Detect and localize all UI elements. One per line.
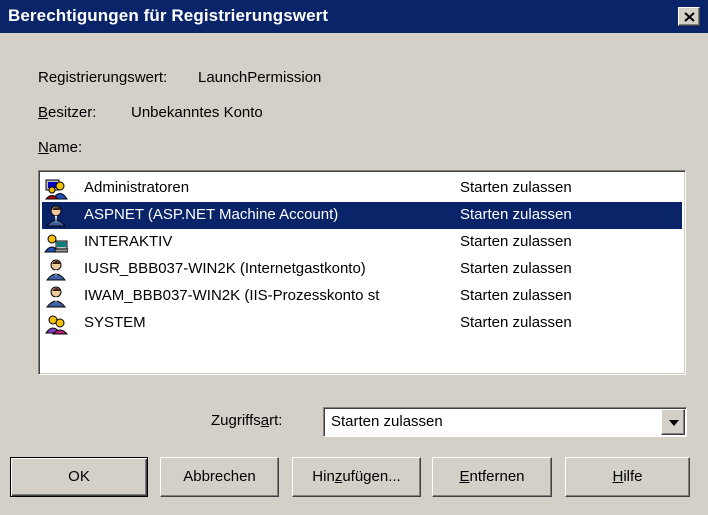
help-button-post: ilfe: [623, 468, 643, 485]
remove-button-post: ntfernen: [469, 468, 525, 485]
registry-value-text: LaunchPermission: [198, 69, 322, 86]
access-type-label-pre: Zugriffs: [211, 412, 261, 429]
close-icon: [684, 12, 695, 22]
user-icon: [44, 285, 68, 308]
user-icon: [44, 258, 68, 281]
list-row-permission: Starten zulassen: [460, 206, 572, 223]
owner-label-accel: B: [38, 104, 49, 121]
owner-label: Besitzer:: [38, 104, 96, 121]
access-type-label: Zugriffsart:: [211, 412, 282, 429]
add-button-pre: Hin: [312, 468, 335, 485]
interactive-group-icon: [44, 231, 69, 254]
access-type-label-post: rt:: [269, 412, 283, 429]
add-button[interactable]: Hinzufügen...: [292, 457, 421, 497]
list-row-name: SYSTEM: [84, 314, 146, 331]
permissions-dialog: Berechtigungen für Registrierungswert Re…: [0, 0, 708, 515]
remove-button[interactable]: Entfernen: [432, 457, 552, 497]
system-group-icon: [44, 312, 69, 335]
list-row-aspnet[interactable]: ASPNET (ASP.NET Machine Account) Starten…: [42, 202, 682, 229]
dialog-title: Berechtigungen für Registrierungswert: [8, 6, 329, 25]
list-row-permission: Starten zulassen: [460, 314, 572, 331]
help-button-accel: H: [612, 468, 624, 485]
list-row-name: IWAM_BBB037-WIN2K (IIS-Prozesskonto st: [84, 287, 380, 304]
registry-value-label: Registrierungswert:: [38, 69, 168, 86]
add-button-post: ufügen...: [342, 468, 401, 485]
list-row-iwam[interactable]: IWAM_BBB037-WIN2K (IIS-Prozesskonto st S…: [42, 283, 682, 310]
close-button[interactable]: [678, 7, 700, 26]
group-icon: [44, 177, 68, 200]
list-row-name: Administratoren: [84, 179, 190, 196]
name-label-rest: ame:: [48, 139, 83, 156]
name-label: Name:: [38, 139, 82, 156]
list-row-permission: Starten zulassen: [460, 233, 572, 250]
chevron-down-icon: [669, 420, 679, 426]
help-button[interactable]: Hilfe: [565, 457, 690, 497]
owner-text: Unbekanntes Konto: [131, 104, 263, 121]
list-row-name: ASPNET (ASP.NET Machine Account): [84, 206, 339, 223]
list-row-permission: Starten zulassen: [460, 179, 572, 196]
ok-button[interactable]: OK: [10, 457, 148, 497]
title-bar[interactable]: Berechtigungen für Registrierungswert: [0, 0, 708, 33]
access-type-dropdown[interactable]: Starten zulassen: [323, 407, 687, 437]
list-row-name: IUSR_BBB037-WIN2K (Internetgastkonto): [84, 260, 366, 277]
list-row-system[interactable]: SYSTEM Starten zulassen: [42, 310, 682, 337]
principals-list[interactable]: Administratoren Starten zulassen ASPNET …: [38, 170, 686, 375]
remove-button-accel: E: [459, 468, 470, 485]
owner-label-rest: esitzer:: [48, 104, 97, 121]
list-row-administratoren[interactable]: Administratoren Starten zulassen: [42, 175, 682, 202]
list-row-permission: Starten zulassen: [460, 287, 572, 304]
list-row-interaktiv[interactable]: INTERAKTIV Starten zulassen: [42, 229, 682, 256]
dropdown-arrow-button[interactable]: [661, 409, 685, 435]
list-row-iusr[interactable]: IUSR_BBB037-WIN2K (Internetgastkonto) St…: [42, 256, 682, 283]
access-type-value: Starten zulassen: [331, 413, 443, 430]
name-label-accel: N: [38, 139, 49, 156]
access-type-label-accel: a: [260, 412, 270, 429]
cancel-button[interactable]: Abbrechen: [160, 457, 279, 497]
list-row-permission: Starten zulassen: [460, 260, 572, 277]
list-row-name: INTERAKTIV: [84, 233, 173, 250]
user-icon: [44, 204, 68, 227]
